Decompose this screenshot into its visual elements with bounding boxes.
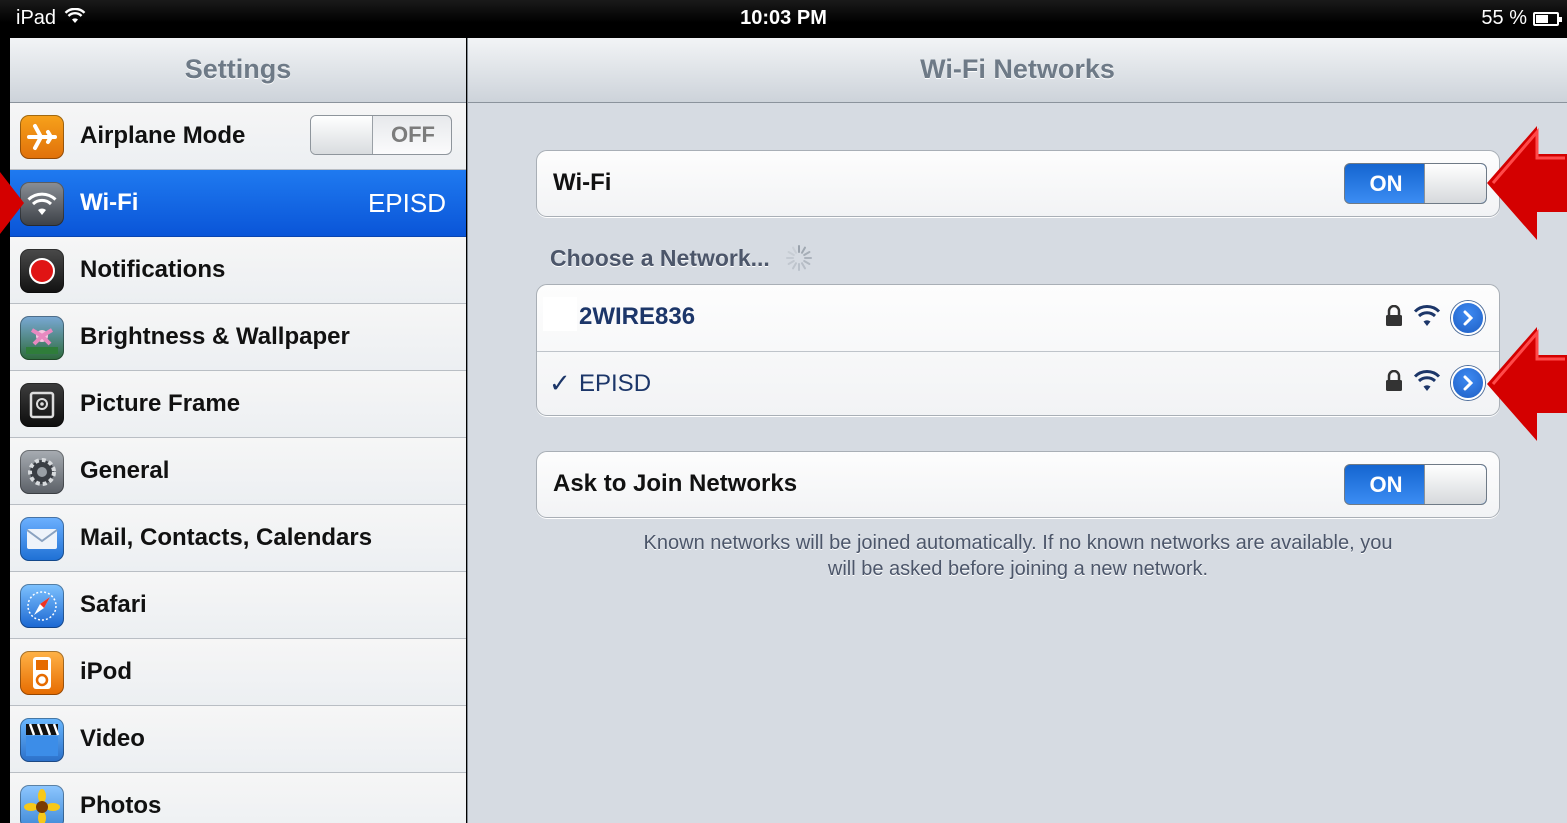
annotation-arrow-network-details [1487,327,1567,441]
network-row-2wire836[interactable]: 2WIRE836 [537,285,1499,351]
page-title: Wi-Fi Networks [468,38,1567,103]
network-name: 2WIRE836 [579,303,696,330]
photos-sunflower-icon [20,785,64,823]
picture-frame-icon [20,383,64,427]
sidebar-item-label: Wi-Fi [80,189,139,216]
toggle-knob [1424,164,1486,203]
wifi-toggle-row: Wi-Fi ON [537,151,1499,216]
network-details-chevron-icon[interactable] [1451,301,1485,335]
status-clock: 10:03 PM [740,7,827,29]
network-icons [1385,301,1485,335]
ipod-icon [20,651,64,695]
footnote-line: will be asked before joining a new netwo… [827,558,1209,580]
toggle-knob [311,116,373,154]
status-battery: 55 % [1481,7,1562,30]
toggle-state: OFF [391,122,435,147]
annotation-arrow-wifi-item [0,172,24,234]
toggle-state: ON [1369,472,1403,497]
network-name: EPISD [579,370,652,397]
network-row-episd[interactable]: ✓ EPISD [537,351,1499,415]
ask-to-join-footnote: Known networks will be joined automatica… [536,530,1500,582]
sidebar-item-general[interactable]: General [10,438,466,505]
annotation-arrow-wifi-toggle [1487,126,1567,240]
sidebar-item-wifi[interactable]: Wi-Fi EPISD [10,170,466,237]
settings-menu: Airplane Mode OFF Wi-Fi EPISD Notificati… [10,103,466,823]
status-bar: iPad 10:03 PM 55 % [0,0,1567,38]
gear-icon [20,450,64,494]
blank-placeholder [543,297,577,331]
wifi-networks-pane: Wi-Fi Networks Wi-Fi ON Choose a Network… [467,38,1567,823]
sidebar-item-label: Photos [80,792,162,819]
sidebar-item-brightness-wallpaper[interactable]: Brightness & Wallpaper [10,304,466,371]
wifi-toggle-label: Wi-Fi [553,169,612,196]
sidebar-item-label: Safari [80,591,147,618]
wifi-signal-icon [1413,304,1441,332]
toggle-state: ON [1369,171,1403,196]
loading-spinner-icon [784,243,814,273]
lock-icon [1385,304,1403,332]
network-icons [1385,366,1485,400]
brightness-wallpaper-icon [20,316,64,360]
sidebar-item-label: iPod [80,658,132,685]
wifi-icon [20,182,64,226]
sidebar-item-label: Notifications [80,256,226,283]
choose-network-header: Choose a Network... [550,243,814,273]
toggle-knob [1424,465,1486,504]
checkmark-icon: ✓ [549,368,571,398]
sidebar-item-label: Video [80,725,145,752]
sidebar-item-label: Picture Frame [80,390,241,417]
wifi-toggle-group: Wi-Fi ON [536,150,1500,217]
ask-to-join-label: Ask to Join Networks [553,470,798,497]
wifi-toggle[interactable]: ON [1344,163,1487,204]
battery-percent: 55 % [1481,7,1527,29]
notifications-icon [20,249,64,293]
ask-to-join-toggle[interactable]: ON [1344,464,1487,505]
settings-sidebar: Settings Airplane Mode OFF Wi-Fi EPISD N… [10,38,466,823]
network-list: 2WIRE836 ✓ EPISD [536,284,1500,416]
sidebar-item-label: General [80,457,170,484]
sidebar-item-airplane-mode[interactable]: Airplane Mode OFF [10,103,466,170]
battery-icon [1533,11,1562,26]
wifi-signal-icon [1413,369,1441,397]
sidebar-item-photos[interactable]: Photos [10,773,466,823]
choose-network-label: Choose a Network... [550,244,770,271]
sidebar-item-notifications[interactable]: Notifications [10,237,466,304]
ask-to-join-group: Ask to Join Networks ON [536,451,1500,518]
video-clapper-icon [20,718,64,762]
sidebar-title: Settings [10,38,466,103]
sidebar-item-video[interactable]: Video [10,706,466,773]
sidebar-item-label: Brightness & Wallpaper [80,323,350,350]
footnote-line: Known networks will be joined automatica… [643,532,1393,554]
safari-compass-icon [20,584,64,628]
sidebar-item-value: EPISD [367,188,446,218]
sidebar-item-mail[interactable]: Mail, Contacts, Calendars [10,505,466,572]
airplane-mode-toggle[interactable]: OFF [310,115,452,155]
airplane-icon [20,115,64,159]
ask-to-join-row: Ask to Join Networks ON [537,452,1499,517]
sidebar-item-ipod[interactable]: iPod [10,639,466,706]
lock-icon [1385,369,1403,397]
sidebar-item-label: Airplane Mode [80,122,246,149]
network-details-chevron-icon[interactable] [1451,366,1485,400]
sidebar-item-label: Mail, Contacts, Calendars [80,524,373,551]
sidebar-item-safari[interactable]: Safari [10,572,466,639]
mail-icon [20,517,64,561]
sidebar-item-picture-frame[interactable]: Picture Frame [10,371,466,438]
